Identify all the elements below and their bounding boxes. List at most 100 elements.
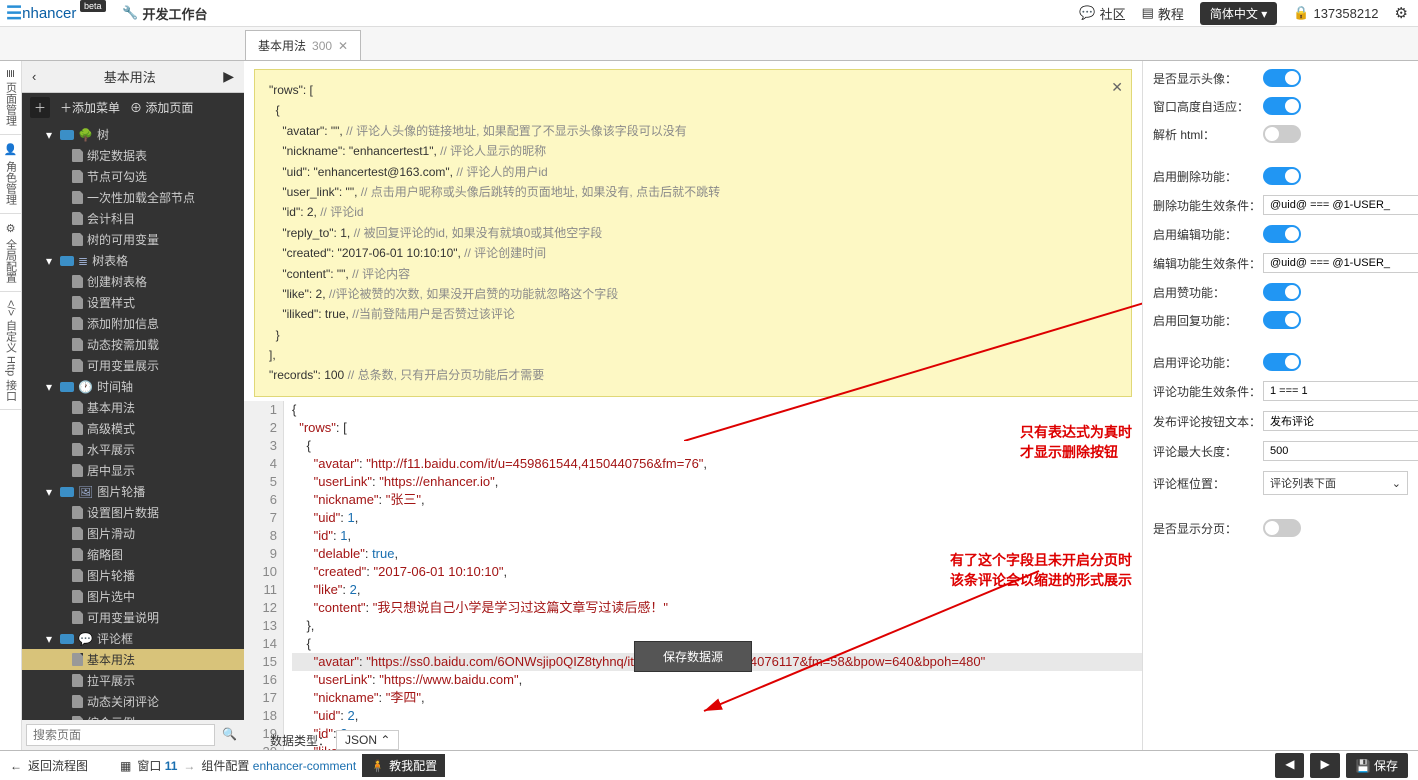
prop-row: 评论最大长度：	[1153, 441, 1408, 461]
tab-basic-usage[interactable]: 基本用法 300 ✕	[245, 30, 361, 60]
tree-item[interactable]: 绑定数据表	[22, 145, 244, 166]
prev-button[interactable]: ◀	[1275, 753, 1304, 778]
prop-row: 解析 html：	[1153, 125, 1408, 143]
prop-label: 窗口高度自适应：	[1153, 98, 1263, 115]
chevron-left-icon[interactable]: ‹	[32, 69, 36, 84]
crumb-component[interactable]: 组件配置 enhancer-comment	[201, 757, 356, 774]
side-tab-role[interactable]: 👤角色管理	[0, 135, 21, 213]
tree-item[interactable]: 树的可用变量	[22, 229, 244, 250]
toggle[interactable]	[1263, 97, 1301, 115]
tree-group[interactable]: ▾ 🕐 时间轴	[22, 376, 244, 397]
topbar: ☰nhancer beta 🔧 开发工作台 💬社区 ▤教程 简体中文 ▾ 🔒13…	[0, 0, 1418, 27]
prop-row: 是否显示分页：	[1153, 519, 1408, 537]
tree-group[interactable]: ▾ 🖼 图片轮播	[22, 481, 244, 502]
tree-item[interactable]: 居中显示	[22, 460, 244, 481]
back-arrow-icon[interactable]: ←	[10, 759, 22, 773]
search-input[interactable]	[26, 724, 215, 746]
tutorial-link[interactable]: ▤教程	[1142, 4, 1184, 23]
toggle[interactable]	[1263, 167, 1301, 185]
add-menu-button[interactable]: ＋添加菜单	[60, 99, 120, 116]
prop-label: 是否显示头像：	[1153, 70, 1263, 87]
toggle[interactable]	[1263, 283, 1301, 301]
tree-item[interactable]: 图片滑动	[22, 523, 244, 544]
prop-select[interactable]: 评论列表下面⌄	[1263, 471, 1408, 495]
play-icon[interactable]: ▶	[223, 68, 234, 85]
toggle[interactable]	[1263, 519, 1301, 537]
tree-item[interactable]: 基本用法	[22, 397, 244, 418]
tree-item[interactable]: 可用变量说明	[22, 607, 244, 628]
code-icon: </>	[5, 300, 17, 316]
tree-item[interactable]: 高级模式	[22, 418, 244, 439]
tree-item[interactable]: 会计科目	[22, 208, 244, 229]
add-page-button[interactable]: ⊕ 添加页面	[130, 99, 193, 116]
add-icon[interactable]: ＋	[30, 97, 50, 118]
prop-input[interactable]	[1263, 381, 1418, 401]
properties-panel: 是否显示头像： 窗口高度自适应： 解析 html： 启用删除功能： 删除功能生效条件： 启…	[1142, 61, 1418, 750]
search-icon[interactable]: 🔍	[219, 724, 240, 746]
save-datasource-button[interactable]: 保存数据源	[634, 641, 752, 672]
tree-item[interactable]: 节点可勾选	[22, 166, 244, 187]
prop-row: 评论框位置：评论列表下面⌄	[1153, 471, 1408, 495]
tree-item[interactable]: 添加附加信息	[22, 313, 244, 334]
tree-item[interactable]: 可用变量展示	[22, 355, 244, 376]
data-type-select[interactable]: JSON ⌃	[336, 730, 399, 750]
side-tab-http[interactable]: </>自定义 Http 接口	[0, 292, 21, 410]
side-tab-page[interactable]: ≣页面管理	[0, 61, 21, 135]
community-link[interactable]: 💬社区	[1079, 4, 1125, 23]
tree-item[interactable]: 缩略图	[22, 544, 244, 565]
close-icon[interactable]: ✕	[1111, 76, 1123, 100]
tree-panel: ‹ 基本用法 ▶ ＋ ＋添加菜单 ⊕ 添加页面 ▾ 🌳 树 绑定数据表 节点可勾…	[22, 61, 244, 750]
tree-item[interactable]: 设置样式	[22, 292, 244, 313]
prop-label: 启用评论功能：	[1153, 354, 1263, 371]
gear-icon: ⚙	[4, 222, 17, 235]
language-button[interactable]: 简体中文 ▾	[1200, 2, 1277, 25]
close-icon[interactable]: ✕	[338, 39, 348, 53]
prop-input[interactable]	[1263, 441, 1418, 461]
prop-label: 评论功能生效条件：	[1153, 383, 1263, 400]
prop-input[interactable]	[1263, 195, 1418, 215]
user-id[interactable]: 🔒137358212	[1293, 5, 1378, 21]
dev-workbench-link[interactable]: 🔧 开发工作台	[122, 4, 207, 23]
prop-label: 编辑功能生效条件：	[1153, 255, 1263, 272]
prop-row: 评论功能生效条件：	[1153, 381, 1408, 401]
save-button[interactable]: 💾 保存	[1346, 753, 1408, 778]
tree-group[interactable]: ▾ 💬 评论框	[22, 628, 244, 649]
tree-item[interactable]: 综合示例	[22, 712, 244, 720]
tree-title: 基本用法	[104, 67, 156, 86]
crumb-window[interactable]: 窗口 11	[137, 757, 177, 774]
tree[interactable]: ▾ 🌳 树 绑定数据表 节点可勾选 一次性加载全部节点 会计科目 树的可用变量▾…	[22, 122, 244, 720]
prop-row: 启用删除功能：	[1153, 167, 1408, 185]
tree-item[interactable]: 动态按需加载	[22, 334, 244, 355]
tree-item[interactable]: 一次性加载全部节点	[22, 187, 244, 208]
schema-hint-box: ✕ "rows": [ { "avatar": "", // 评论人头像的链接地…	[254, 69, 1132, 397]
tree-item[interactable]: 图片轮播	[22, 565, 244, 586]
tree-item[interactable]: 创建树表格	[22, 271, 244, 292]
tree-item[interactable]: 动态关闭评论	[22, 691, 244, 712]
toggle[interactable]	[1263, 125, 1301, 143]
toggle[interactable]	[1263, 69, 1301, 87]
tree-group[interactable]: ▾ ≣ 树表格	[22, 250, 244, 271]
prop-input[interactable]	[1263, 411, 1418, 431]
prop-input[interactable]	[1263, 253, 1418, 273]
center-area: ✕ "rows": [ { "avatar": "", // 评论人头像的链接地…	[244, 61, 1142, 750]
book-icon: ▤	[1142, 5, 1154, 21]
tree-group[interactable]: ▾ 🌳 树	[22, 124, 244, 145]
side-tab-global[interactable]: ⚙全局配置	[0, 214, 21, 292]
prop-label: 解析 html：	[1153, 126, 1263, 143]
tree-item[interactable]: 水平展示	[22, 439, 244, 460]
tree-item[interactable]: 基本用法	[22, 649, 244, 670]
back-to-flow-link[interactable]: 返回流程图	[28, 757, 88, 774]
toggle[interactable]	[1263, 225, 1301, 243]
toggle[interactable]	[1263, 353, 1301, 371]
help-button[interactable]: 🧍教我配置	[362, 754, 445, 777]
tree-item[interactable]: 设置图片数据	[22, 502, 244, 523]
prop-label: 删除功能生效条件：	[1153, 197, 1263, 214]
logo[interactable]: ☰nhancer	[0, 3, 82, 24]
tree-item[interactable]: 图片选中	[22, 586, 244, 607]
next-button[interactable]: ▶	[1310, 753, 1339, 778]
prop-label: 评论最大长度：	[1153, 443, 1263, 460]
toggle[interactable]	[1263, 311, 1301, 329]
prop-row: 编辑功能生效条件：	[1153, 253, 1408, 273]
tree-item[interactable]: 拉平展示	[22, 670, 244, 691]
gear-icon[interactable]: ⚙	[1395, 4, 1408, 22]
